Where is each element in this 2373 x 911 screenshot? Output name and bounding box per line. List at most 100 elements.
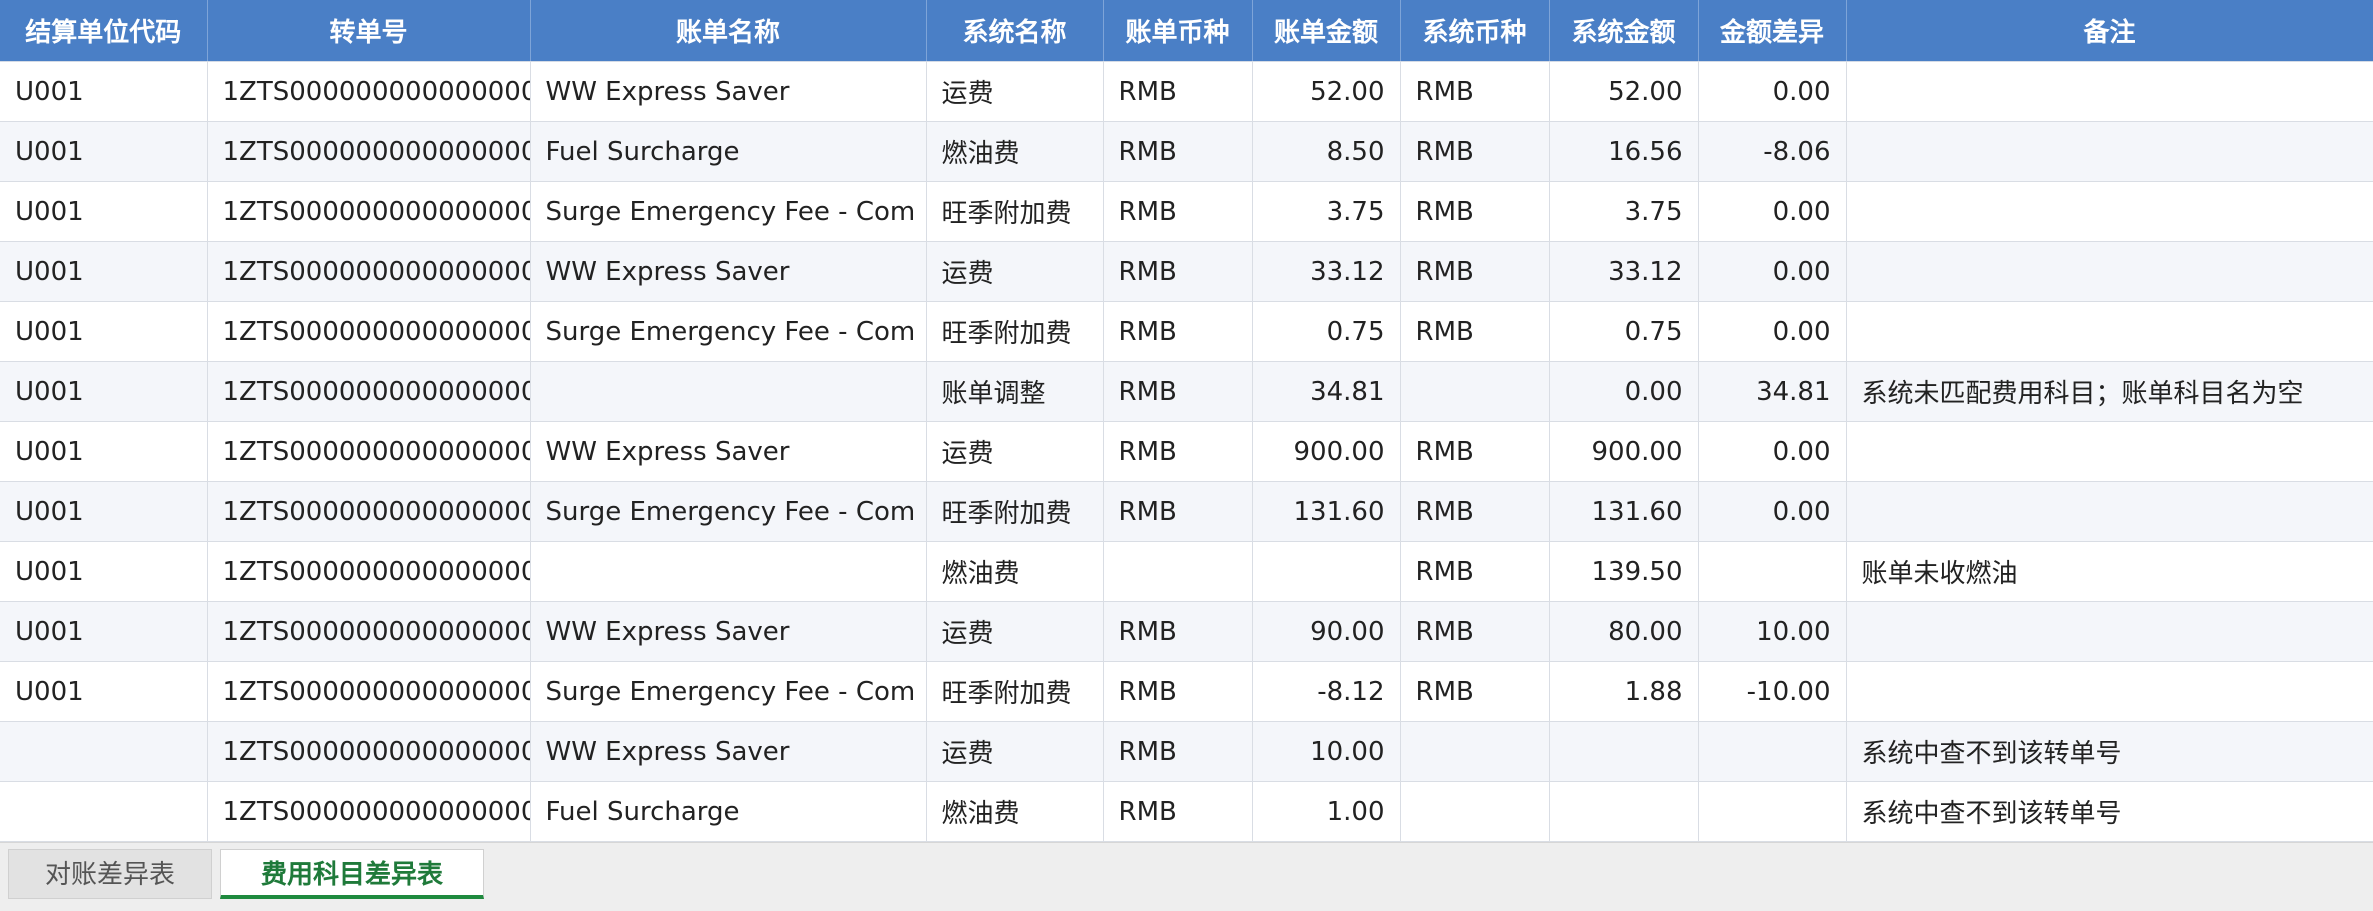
cell-amount-diff[interactable]: 0.00: [1698, 241, 1847, 302]
header-remark[interactable]: 备注: [1846, 0, 2373, 62]
cell-tracking-no[interactable]: 1ZTS0000000000000003: [207, 361, 531, 422]
cell-tracking-no[interactable]: 1ZTS0000000000000004: [207, 541, 531, 602]
cell-bill-amount[interactable]: 1.00: [1252, 781, 1401, 842]
header-system-currency[interactable]: 系统币种: [1400, 0, 1550, 62]
cell-bill-currency[interactable]: RMB: [1103, 721, 1253, 782]
cell-bill-name[interactable]: WW Express Saver: [530, 61, 927, 122]
cell-bill-amount[interactable]: 131.60: [1252, 481, 1401, 542]
cell-system-name[interactable]: 旺季附加费: [926, 181, 1104, 242]
cell-system-name[interactable]: 运费: [926, 61, 1104, 122]
cell-system-currency[interactable]: RMB: [1400, 541, 1550, 602]
cell-system-amount[interactable]: 52.00: [1549, 61, 1699, 122]
cell-bill-name[interactable]: Fuel Surcharge: [530, 781, 927, 842]
cell-remark[interactable]: [1846, 181, 2373, 242]
cell-bill-currency[interactable]: [1103, 541, 1253, 602]
cell-remark[interactable]: [1846, 481, 2373, 542]
cell-system-name[interactable]: 旺季附加费: [926, 661, 1104, 722]
header-system-amount[interactable]: 系统金额: [1549, 0, 1699, 62]
cell-bill-name[interactable]: WW Express Saver: [530, 721, 927, 782]
cell-bill-amount[interactable]: 34.81: [1252, 361, 1401, 422]
cell-system-name[interactable]: 旺季附加费: [926, 481, 1104, 542]
cell-bill-amount[interactable]: 900.00: [1252, 421, 1401, 482]
cell-system-amount[interactable]: 3.75: [1549, 181, 1699, 242]
cell-system-currency[interactable]: [1400, 721, 1550, 782]
header-amount-diff[interactable]: 金额差异: [1698, 0, 1847, 62]
cell-bill-currency[interactable]: RMB: [1103, 301, 1253, 362]
cell-system-amount[interactable]: 16.56: [1549, 121, 1699, 182]
cell-bill-currency[interactable]: RMB: [1103, 661, 1253, 722]
cell-amount-diff[interactable]: 34.81: [1698, 361, 1847, 422]
cell-tracking-no[interactable]: 1ZTS0000000000000003: [207, 301, 531, 362]
cell-bill-currency[interactable]: RMB: [1103, 241, 1253, 302]
cell-bill-name[interactable]: Surge Emergency Fee - Com: [530, 181, 927, 242]
cell-amount-diff[interactable]: 0.00: [1698, 481, 1847, 542]
cell-bill-currency[interactable]: RMB: [1103, 181, 1253, 242]
cell-bill-amount[interactable]: 3.75: [1252, 181, 1401, 242]
cell-system-currency[interactable]: RMB: [1400, 661, 1550, 722]
cell-remark[interactable]: 系统未匹配费用科目；账单科目名为空: [1846, 361, 2373, 422]
header-unit-code[interactable]: 结算单位代码: [0, 0, 208, 62]
cell-bill-amount[interactable]: 0.75: [1252, 301, 1401, 362]
cell-tracking-no[interactable]: 1ZTS0000000000000005: [207, 661, 531, 722]
cell-amount-diff[interactable]: [1698, 721, 1847, 782]
cell-unit-code[interactable]: U001: [0, 481, 208, 542]
cell-system-amount[interactable]: 80.00: [1549, 601, 1699, 662]
cell-tracking-no[interactable]: 1ZTS0000000000000003: [207, 241, 531, 302]
cell-tracking-no[interactable]: 1ZTS0000000000000004: [207, 421, 531, 482]
cell-bill-currency[interactable]: RMB: [1103, 421, 1253, 482]
cell-system-name[interactable]: 燃油费: [926, 781, 1104, 842]
cell-bill-name[interactable]: WW Express Saver: [530, 601, 927, 662]
cell-system-currency[interactable]: RMB: [1400, 241, 1550, 302]
cell-bill-amount[interactable]: 33.12: [1252, 241, 1401, 302]
cell-unit-code[interactable]: U001: [0, 541, 208, 602]
header-bill-currency[interactable]: 账单币种: [1103, 0, 1253, 62]
cell-amount-diff[interactable]: 0.00: [1698, 421, 1847, 482]
cell-bill-name[interactable]: Surge Emergency Fee - Com: [530, 301, 927, 362]
cell-remark[interactable]: 账单未收燃油: [1846, 541, 2373, 602]
cell-system-currency[interactable]: RMB: [1400, 301, 1550, 362]
cell-system-name[interactable]: 燃油费: [926, 121, 1104, 182]
cell-unit-code[interactable]: U001: [0, 421, 208, 482]
cell-system-amount[interactable]: 900.00: [1549, 421, 1699, 482]
cell-bill-name[interactable]: WW Express Saver: [530, 421, 927, 482]
cell-remark[interactable]: [1846, 601, 2373, 662]
cell-tracking-no[interactable]: 1ZTS0000000000000004: [207, 481, 531, 542]
cell-amount-diff[interactable]: -10.00: [1698, 661, 1847, 722]
cell-unit-code[interactable]: U001: [0, 241, 208, 302]
cell-bill-name[interactable]: Fuel Surcharge: [530, 121, 927, 182]
cell-bill-currency[interactable]: RMB: [1103, 361, 1253, 422]
cell-system-currency[interactable]: RMB: [1400, 61, 1550, 122]
cell-bill-currency[interactable]: RMB: [1103, 781, 1253, 842]
cell-amount-diff[interactable]: [1698, 541, 1847, 602]
cell-system-name[interactable]: 运费: [926, 241, 1104, 302]
cell-system-name[interactable]: 燃油费: [926, 541, 1104, 602]
header-bill-amount[interactable]: 账单金额: [1252, 0, 1401, 62]
cell-unit-code[interactable]: [0, 721, 208, 782]
header-bill-name[interactable]: 账单名称: [530, 0, 927, 62]
cell-unit-code[interactable]: U001: [0, 361, 208, 422]
cell-system-amount[interactable]: 1.88: [1549, 661, 1699, 722]
cell-system-amount[interactable]: 139.50: [1549, 541, 1699, 602]
cell-remark[interactable]: [1846, 121, 2373, 182]
cell-remark[interactable]: [1846, 61, 2373, 122]
cell-tracking-no[interactable]: 1ZTS0000000000000006: [207, 721, 531, 782]
cell-tracking-no[interactable]: 1ZTS0000000000000002: [207, 61, 531, 122]
cell-bill-name[interactable]: Surge Emergency Fee - Com: [530, 481, 927, 542]
cell-tracking-no[interactable]: 1ZTS0000000000000002: [207, 181, 531, 242]
cell-system-name[interactable]: 旺季附加费: [926, 301, 1104, 362]
cell-remark[interactable]: [1846, 241, 2373, 302]
cell-bill-name[interactable]: Surge Emergency Fee - Com: [530, 661, 927, 722]
cell-system-amount[interactable]: 33.12: [1549, 241, 1699, 302]
cell-amount-diff[interactable]: 10.00: [1698, 601, 1847, 662]
cell-system-amount[interactable]: 0.00: [1549, 361, 1699, 422]
cell-bill-currency[interactable]: RMB: [1103, 121, 1253, 182]
cell-system-currency[interactable]: RMB: [1400, 481, 1550, 542]
cell-bill-amount[interactable]: 52.00: [1252, 61, 1401, 122]
cell-amount-diff[interactable]: 0.00: [1698, 61, 1847, 122]
cell-system-currency[interactable]: RMB: [1400, 121, 1550, 182]
cell-system-currency[interactable]: RMB: [1400, 421, 1550, 482]
cell-system-amount[interactable]: [1549, 781, 1699, 842]
cell-system-name[interactable]: 运费: [926, 421, 1104, 482]
cell-system-currency[interactable]: [1400, 361, 1550, 422]
cell-remark[interactable]: 系统中查不到该转单号: [1846, 721, 2373, 782]
